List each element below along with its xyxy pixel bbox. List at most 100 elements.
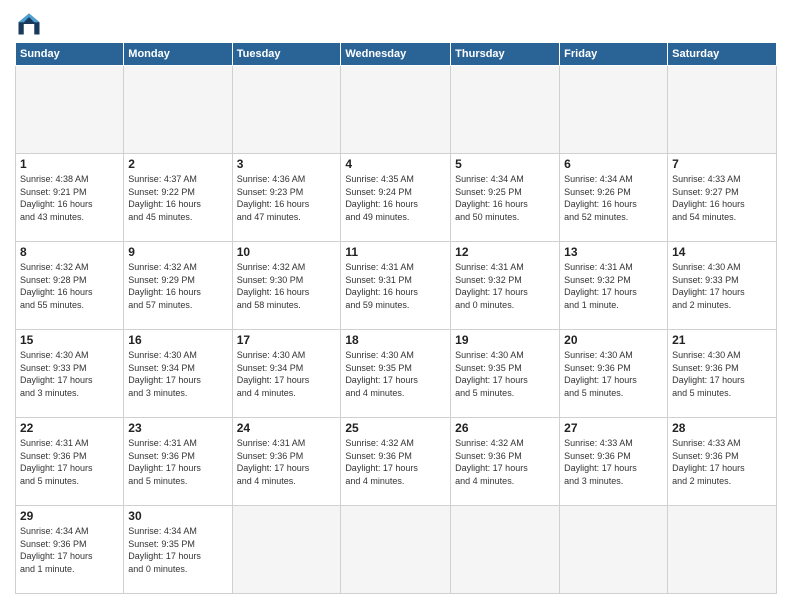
day-header-monday: Monday [124, 43, 232, 66]
calendar-cell [341, 506, 451, 594]
calendar-week-0 [16, 66, 777, 154]
calendar-cell: 11 Sunrise: 4:31 AMSunset: 9:31 PMDayligh… [341, 242, 451, 330]
calendar-cell [124, 66, 232, 154]
day-number: 21 [672, 333, 772, 347]
calendar-cell: 17 Sunrise: 4:30 AMSunset: 9:34 PMDayligh… [232, 330, 341, 418]
day-number: 12 [455, 245, 555, 259]
calendar-cell: 22 Sunrise: 4:31 AMSunset: 9:36 PMDayligh… [16, 418, 124, 506]
day-number: 18 [345, 333, 446, 347]
calendar-week-1: 1Sunrise: 4:38 AMSunset: 9:21 PMDaylight… [16, 154, 777, 242]
day-number: 22 [20, 421, 119, 435]
calendar-cell: 29 Sunrise: 4:34 AMSunset: 9:36 PMDayligh… [16, 506, 124, 594]
calendar-cell [341, 66, 451, 154]
day-header-friday: Friday [560, 43, 668, 66]
day-number: 13 [564, 245, 663, 259]
day-info: Sunrise: 4:32 AMSunset: 9:36 PMDaylight:… [455, 437, 555, 487]
day-info: Sunrise: 4:34 AMSunset: 9:36 PMDaylight:… [20, 525, 119, 575]
calendar-week-4: 22 Sunrise: 4:31 AMSunset: 9:36 PMDayligh… [16, 418, 777, 506]
day-number: 28 [672, 421, 772, 435]
day-number: 11 [345, 245, 446, 259]
calendar-cell: 9Sunrise: 4:32 AMSunset: 9:29 PMDaylight… [124, 242, 232, 330]
day-info: Sunrise: 4:31 AMSunset: 9:32 PMDaylight:… [455, 261, 555, 311]
calendar-cell: 13 Sunrise: 4:31 AMSunset: 9:32 PMDayligh… [560, 242, 668, 330]
calendar-cell: 28 Sunrise: 4:33 AMSunset: 9:36 PMDayligh… [668, 418, 777, 506]
calendar-cell: 1Sunrise: 4:38 AMSunset: 9:21 PMDaylight… [16, 154, 124, 242]
logo-icon [15, 10, 43, 38]
day-number: 7 [672, 157, 772, 171]
day-info: Sunrise: 4:30 AMSunset: 9:36 PMDaylight:… [564, 349, 663, 399]
day-header-tuesday: Tuesday [232, 43, 341, 66]
day-info: Sunrise: 4:34 AMSunset: 9:26 PMDaylight:… [564, 173, 663, 223]
day-info: Sunrise: 4:33 AMSunset: 9:27 PMDaylight:… [672, 173, 772, 223]
day-header-thursday: Thursday [451, 43, 560, 66]
day-number: 16 [128, 333, 227, 347]
day-info: Sunrise: 4:30 AMSunset: 9:33 PMDaylight:… [20, 349, 119, 399]
calendar-cell [560, 66, 668, 154]
calendar-cell: 16 Sunrise: 4:30 AMSunset: 9:34 PMDayligh… [124, 330, 232, 418]
calendar-cell: 12 Sunrise: 4:31 AMSunset: 9:32 PMDayligh… [451, 242, 560, 330]
day-info: Sunrise: 4:30 AMSunset: 9:34 PMDaylight:… [128, 349, 227, 399]
day-info: Sunrise: 4:36 AMSunset: 9:23 PMDaylight:… [237, 173, 337, 223]
day-info: Sunrise: 4:33 AMSunset: 9:36 PMDaylight:… [672, 437, 772, 487]
calendar-cell [16, 66, 124, 154]
day-info: Sunrise: 4:35 AMSunset: 9:24 PMDaylight:… [345, 173, 446, 223]
calendar-cell: 21Sunrise: 4:30 AMSunset: 9:36 PMDayligh… [668, 330, 777, 418]
calendar-week-5: 29 Sunrise: 4:34 AMSunset: 9:36 PMDayligh… [16, 506, 777, 594]
day-number: 29 [20, 509, 119, 523]
day-info: Sunrise: 4:34 AMSunset: 9:35 PMDaylight:… [128, 525, 227, 575]
calendar-cell: 10 Sunrise: 4:32 AMSunset: 9:30 PMDayligh… [232, 242, 341, 330]
day-info: Sunrise: 4:30 AMSunset: 9:33 PMDaylight:… [672, 261, 772, 311]
calendar-cell: 25 Sunrise: 4:32 AMSunset: 9:36 PMDayligh… [341, 418, 451, 506]
day-number: 25 [345, 421, 446, 435]
calendar-cell: 4 Sunrise: 4:35 AMSunset: 9:24 PMDaylight… [341, 154, 451, 242]
day-number: 30 [128, 509, 227, 523]
calendar-cell [232, 66, 341, 154]
calendar-cell [232, 506, 341, 594]
day-number: 19 [455, 333, 555, 347]
day-header-wednesday: Wednesday [341, 43, 451, 66]
calendar-cell: 8 Sunrise: 4:32 AMSunset: 9:28 PMDaylight… [16, 242, 124, 330]
day-number: 1 [20, 157, 119, 171]
header [15, 10, 777, 38]
calendar-cell [560, 506, 668, 594]
calendar-cell [451, 506, 560, 594]
calendar-week-3: 15Sunrise: 4:30 AMSunset: 9:33 PMDayligh… [16, 330, 777, 418]
day-number: 17 [237, 333, 337, 347]
day-info: Sunrise: 4:31 AMSunset: 9:32 PMDaylight:… [564, 261, 663, 311]
day-info: Sunrise: 4:31 AMSunset: 9:31 PMDaylight:… [345, 261, 446, 311]
day-info: Sunrise: 4:32 AMSunset: 9:29 PMDaylight:… [128, 261, 227, 311]
day-number: 8 [20, 245, 119, 259]
day-header-sunday: Sunday [16, 43, 124, 66]
calendar-cell: 20 Sunrise: 4:30 AMSunset: 9:36 PMDayligh… [560, 330, 668, 418]
day-number: 3 [237, 157, 337, 171]
day-info: Sunrise: 4:32 AMSunset: 9:30 PMDaylight:… [237, 261, 337, 311]
calendar-cell: 5Sunrise: 4:34 AMSunset: 9:25 PMDaylight… [451, 154, 560, 242]
logo [15, 10, 47, 38]
calendar-cell: 23 Sunrise: 4:31 AMSunset: 9:36 PMDayligh… [124, 418, 232, 506]
calendar-table: SundayMondayTuesdayWednesdayThursdayFrid… [15, 42, 777, 594]
calendar-cell: 6 Sunrise: 4:34 AMSunset: 9:26 PMDaylight… [560, 154, 668, 242]
calendar-cell: 26 Sunrise: 4:32 AMSunset: 9:36 PMDayligh… [451, 418, 560, 506]
day-number: 20 [564, 333, 663, 347]
day-number: 10 [237, 245, 337, 259]
calendar-header-row: SundayMondayTuesdayWednesdayThursdayFrid… [16, 43, 777, 66]
calendar-cell: 2Sunrise: 4:37 AMSunset: 9:22 PMDaylight… [124, 154, 232, 242]
day-info: Sunrise: 4:30 AMSunset: 9:34 PMDaylight:… [237, 349, 337, 399]
day-number: 24 [237, 421, 337, 435]
day-info: Sunrise: 4:31 AMSunset: 9:36 PMDaylight:… [237, 437, 337, 487]
day-number: 26 [455, 421, 555, 435]
calendar-cell [668, 506, 777, 594]
day-info: Sunrise: 4:34 AMSunset: 9:25 PMDaylight:… [455, 173, 555, 223]
calendar-cell: 27Sunrise: 4:33 AMSunset: 9:36 PMDayligh… [560, 418, 668, 506]
day-header-saturday: Saturday [668, 43, 777, 66]
day-info: Sunrise: 4:32 AMSunset: 9:36 PMDaylight:… [345, 437, 446, 487]
day-number: 4 [345, 157, 446, 171]
calendar-cell: 15Sunrise: 4:30 AMSunset: 9:33 PMDayligh… [16, 330, 124, 418]
day-info: Sunrise: 4:31 AMSunset: 9:36 PMDaylight:… [20, 437, 119, 487]
day-number: 23 [128, 421, 227, 435]
day-number: 6 [564, 157, 663, 171]
day-info: Sunrise: 4:37 AMSunset: 9:22 PMDaylight:… [128, 173, 227, 223]
day-info: Sunrise: 4:31 AMSunset: 9:36 PMDaylight:… [128, 437, 227, 487]
day-info: Sunrise: 4:32 AMSunset: 9:28 PMDaylight:… [20, 261, 119, 311]
day-number: 14 [672, 245, 772, 259]
